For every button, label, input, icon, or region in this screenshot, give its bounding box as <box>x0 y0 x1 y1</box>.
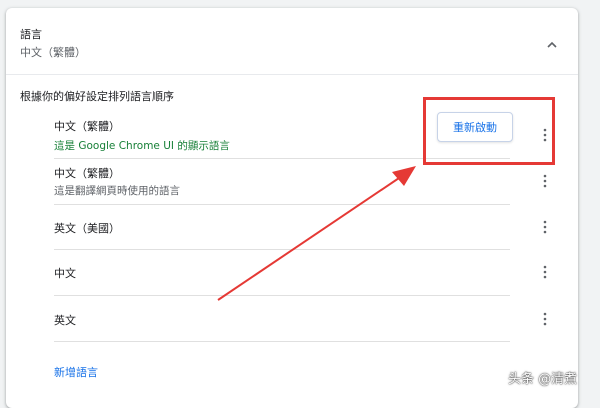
language-4-more-button[interactable] <box>540 263 550 281</box>
language-2-more-button[interactable] <box>540 172 550 190</box>
language-name: 英文 <box>54 314 76 327</box>
row-divider <box>54 204 510 205</box>
chevron-up-icon <box>547 41 557 48</box>
language-desc: 這是翻譯網頁時使用的語言 <box>54 185 180 197</box>
add-language-link[interactable]: 新增語言 <box>54 364 98 380</box>
more-vert-icon <box>543 220 547 234</box>
languages-settings-card: 語言 中文（繁體） 根據你的偏好設定排列語言順序 中文（繁體） 這是 Googl… <box>6 8 578 408</box>
more-vert-icon <box>543 174 547 188</box>
language-name: 中文（繁體） <box>54 167 120 180</box>
watermark: 头条 @清煮 <box>508 372 578 387</box>
current-language: 中文（繁體） <box>20 46 86 59</box>
language-desc: 這是 Google Chrome UI 的顯示語言 <box>54 140 230 152</box>
more-vert-icon <box>543 265 547 279</box>
language-5-more-button[interactable] <box>540 310 550 328</box>
row-divider <box>54 295 510 296</box>
order-label: 根據你的偏好設定排列語言順序 <box>20 90 174 103</box>
row-divider <box>54 249 510 250</box>
collapse-button[interactable] <box>544 36 560 52</box>
language-3-more-button[interactable] <box>540 218 550 236</box>
language-row-3: 英文（美國） <box>54 220 510 240</box>
language-name: 英文（美國） <box>54 222 120 235</box>
annotation-highlight-box <box>423 97 555 165</box>
language-row-2: 中文（繁體） 這是翻譯網頁時使用的語言 <box>54 165 510 205</box>
more-vert-icon <box>543 312 547 326</box>
section-divider <box>6 74 578 75</box>
section-title: 語言 <box>20 28 42 41</box>
row-divider <box>54 341 510 342</box>
language-name: 中文（繁體） <box>54 120 120 133</box>
language-row-5: 英文 <box>54 312 510 332</box>
language-row-4: 中文 <box>54 265 510 285</box>
language-name: 中文 <box>54 267 76 280</box>
